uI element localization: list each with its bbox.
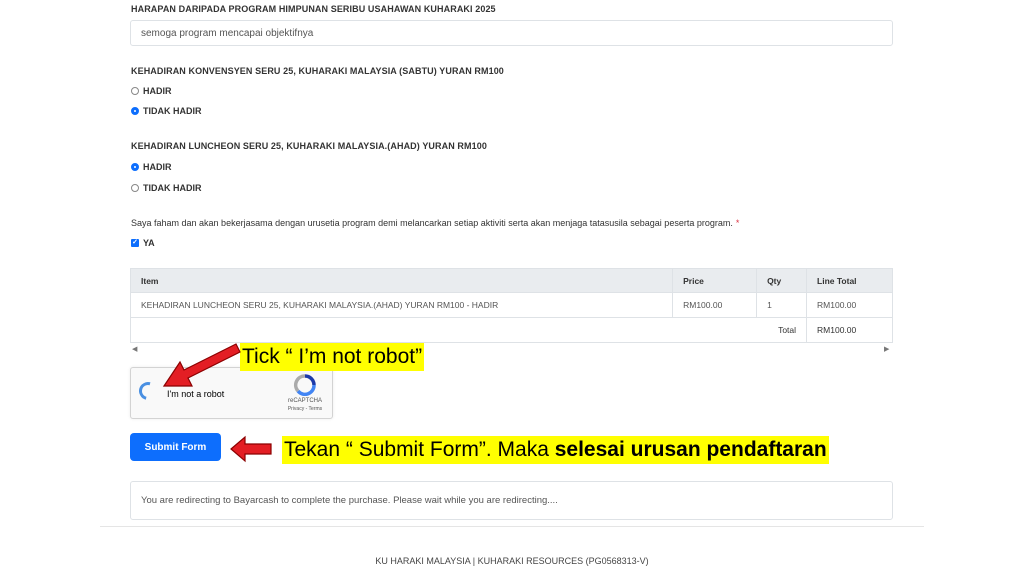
header-line-total: Line Total [806,268,893,293]
checkbox-checked-icon[interactable]: ✓ [131,239,139,247]
radio-selected-icon[interactable] [131,163,139,171]
cart-table: Item Price Qty Line Total KEHADIRAN LUNC… [129,268,893,343]
total-row: Total RM100.00 [129,317,893,343]
option-label: HADIR [143,162,172,172]
option-label: HADIR [143,86,172,96]
cell-qty: 1 [756,292,808,318]
submit-form-button[interactable]: Submit Form [130,433,221,461]
cell-price: RM100.00 [672,292,758,318]
arrow-to-submit-icon [230,435,272,463]
checkbox-label: YA [143,238,155,248]
radio-selected-icon[interactable] [131,107,139,115]
header-price: Price [672,268,758,293]
luncheon-label: KEHADIRAN LUNCHEON SERU 25, KUHARAKI MAL… [131,141,487,151]
option-label: TIDAK HADIR [143,106,202,116]
footer-text: KU HARAKI MALAYSIA | KUHARAKI RESOURCES … [375,556,649,566]
option-label: TIDAK HADIR [143,183,202,193]
recaptcha-brand: reCAPTCHA [287,398,322,404]
header-item: Item [129,268,674,293]
required-mark: * [735,218,740,228]
redirect-message: You are redirecting to Bayarcash to comp… [141,495,558,506]
recaptcha-spinner-icon[interactable] [135,378,161,404]
cart-header-row: Item Price Qty Line Total [129,268,893,293]
scroll-right-icon[interactable]: ▶ [884,345,889,353]
harapan-input[interactable]: semoga program mencapai objektifnya [130,20,893,46]
agreement-text: Saya faham dan akan bekerjasama dengan u… [131,218,733,228]
luncheon-option-tidak-hadir[interactable]: TIDAK HADIR [131,183,202,193]
recaptcha-logo-icon [293,374,316,396]
radio-icon[interactable] [131,87,139,95]
submit-annotation-text: Tekan “ Submit Form”. Maka [284,438,555,461]
konvensyen-option-hadir[interactable]: HADIR [131,86,172,96]
tick-annotation: Tick “ I’m not robot” [240,343,425,371]
cell-line-total: RM100.00 [806,292,893,318]
recaptcha-links[interactable]: Privacy - Terms [283,406,327,412]
table-row: KEHADIRAN LUNCHEON SERU 25, KUHARAKI MAL… [129,292,893,318]
konvensyen-label: KEHADIRAN KONVENSYEN SERU 25, KUHARAKI M… [131,66,504,76]
radio-icon[interactable] [131,184,139,192]
konvensyen-option-tidak-hadir[interactable]: TIDAK HADIR [131,106,202,116]
footer-divider [100,526,924,527]
agreement-label: Saya faham dan akan bekerjasama dengan u… [131,218,739,228]
submit-annotation: Tekan “ Submit Form”. Maka selesai urusa… [282,436,829,464]
arrow-to-captcha-icon [162,343,241,387]
cell-item: KEHADIRAN LUNCHEON SERU 25, KUHARAKI MAL… [129,292,674,318]
luncheon-option-hadir[interactable]: HADIR [131,162,172,172]
redirect-message-box: You are redirecting to Bayarcash to comp… [130,481,893,520]
harapan-label: HARAPAN DARIPADA PROGRAM HIMPUNAN SERIBU… [131,4,496,14]
agreement-checkbox-row[interactable]: ✓ YA [131,238,155,248]
scroll-left-icon[interactable]: ◀ [132,345,137,353]
total-value: RM100.00 [806,317,893,343]
submit-annotation-bold: selesai urusan pendaftaran [554,438,827,461]
header-qty: Qty [756,268,808,293]
